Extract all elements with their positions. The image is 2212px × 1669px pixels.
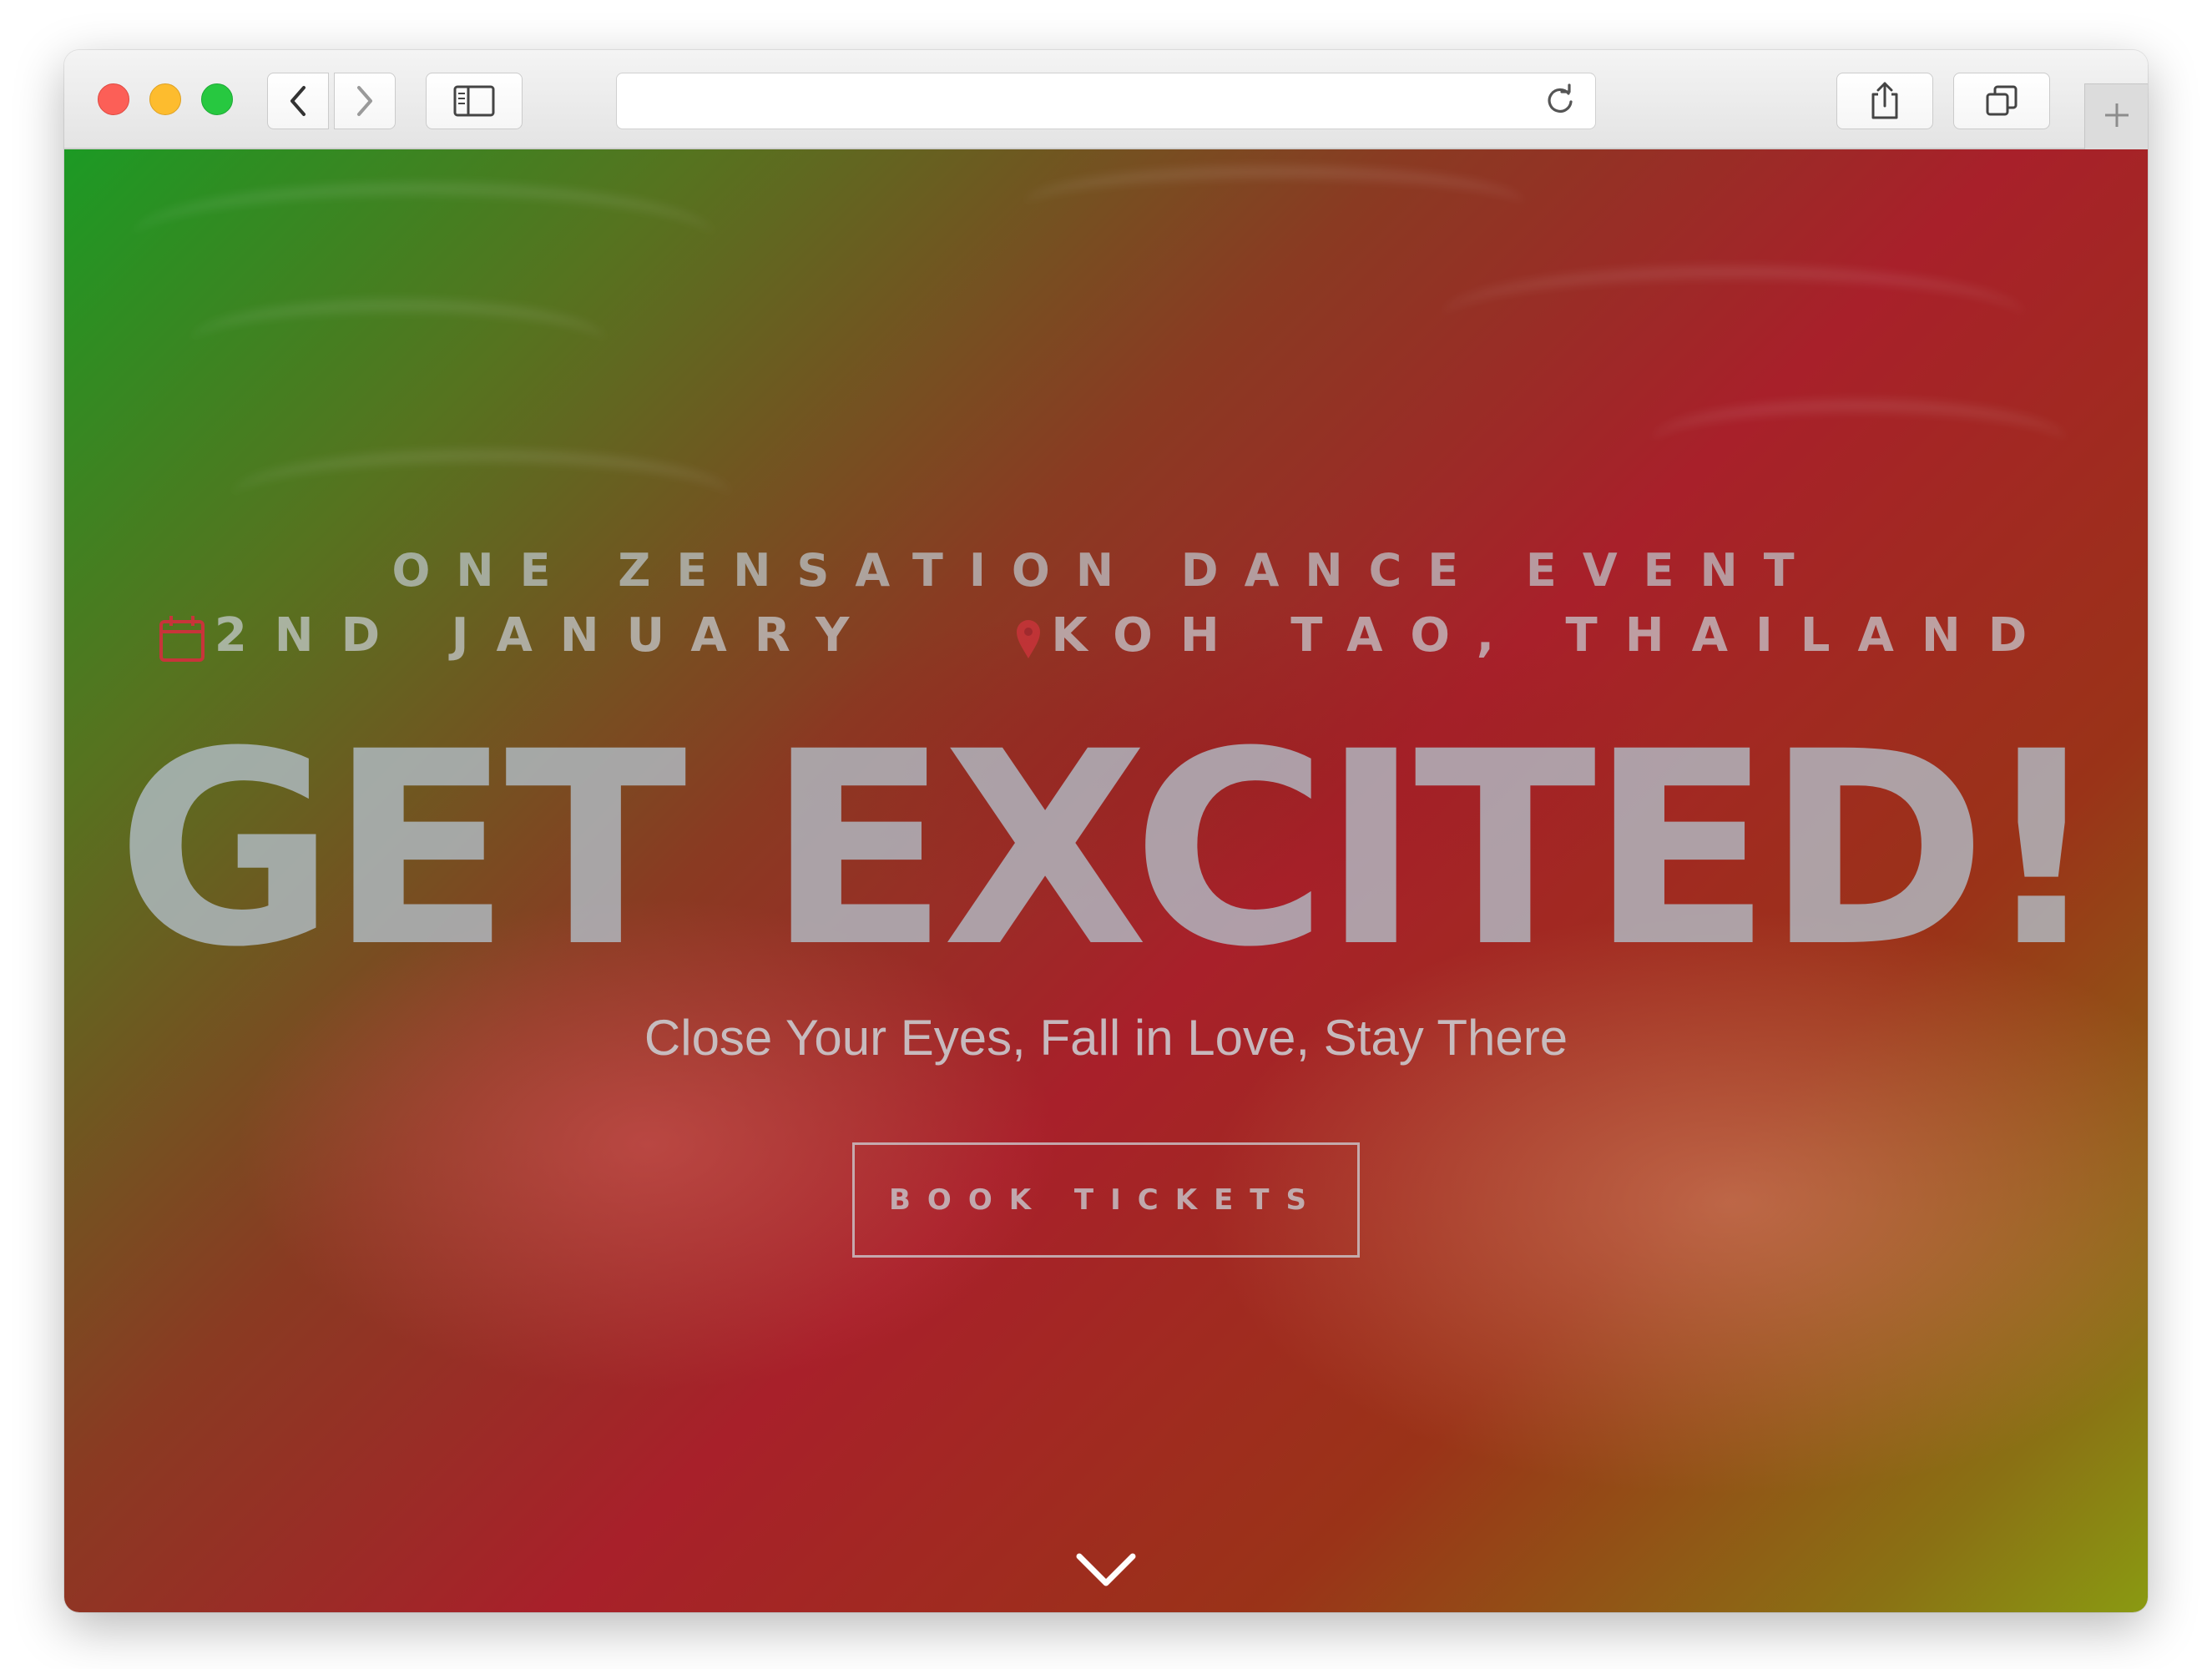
close-window-button[interactable] (98, 83, 129, 115)
plus-icon (2100, 98, 2134, 136)
browser-window: ONE ZENSATION DANCE EVENT 2ND JANUARY KO… (64, 50, 2148, 1612)
reload-button[interactable] (1543, 83, 1577, 121)
calendar-icon (158, 608, 215, 663)
share-icon (1868, 81, 1901, 121)
show-tabs-button[interactable] (1953, 73, 2050, 129)
scroll-down-button[interactable] (1074, 1551, 1138, 1591)
browser-toolbar (64, 50, 2148, 149)
share-button[interactable] (1836, 73, 1933, 129)
event-meta: 2ND JANUARY KOH TAO, THAILAND (64, 608, 2148, 663)
chevron-right-icon (352, 84, 377, 118)
address-bar[interactable] (616, 73, 1596, 129)
book-tickets-button[interactable]: BOOK TICKETS (852, 1142, 1360, 1258)
minimize-window-button[interactable] (149, 83, 181, 115)
sidebar-icon (453, 85, 495, 117)
hero-tagline: Close Your Eyes, Fall in Love, Stay Ther… (644, 1010, 1568, 1066)
tabs-icon (1984, 83, 2019, 118)
back-button[interactable] (267, 73, 329, 129)
new-tab-button[interactable] (2084, 83, 2148, 149)
forward-button[interactable] (334, 73, 396, 129)
chevron-down-icon (1074, 1550, 1138, 1594)
hero-content: ONE ZENSATION DANCE EVENT 2ND JANUARY KO… (64, 149, 2148, 1612)
event-location: KOH TAO, THAILAND (1014, 608, 2054, 663)
reload-icon (1543, 83, 1577, 121)
event-kicker: ONE ZENSATION DANCE EVENT (391, 544, 1821, 597)
hero-section: ONE ZENSATION DANCE EVENT 2ND JANUARY KO… (64, 149, 2148, 1612)
chevron-left-icon (285, 84, 311, 118)
maximize-window-button[interactable] (201, 83, 233, 115)
map-pin-icon (1014, 608, 1051, 663)
sidebar-toggle-button[interactable] (426, 73, 523, 129)
hero-headline: GET EXCITED! (116, 695, 2102, 1006)
event-date: 2ND JANUARY (158, 608, 877, 663)
event-date-text: 2ND JANUARY (214, 608, 877, 663)
event-location-text: KOH TAO, THAILAND (1051, 608, 2055, 663)
